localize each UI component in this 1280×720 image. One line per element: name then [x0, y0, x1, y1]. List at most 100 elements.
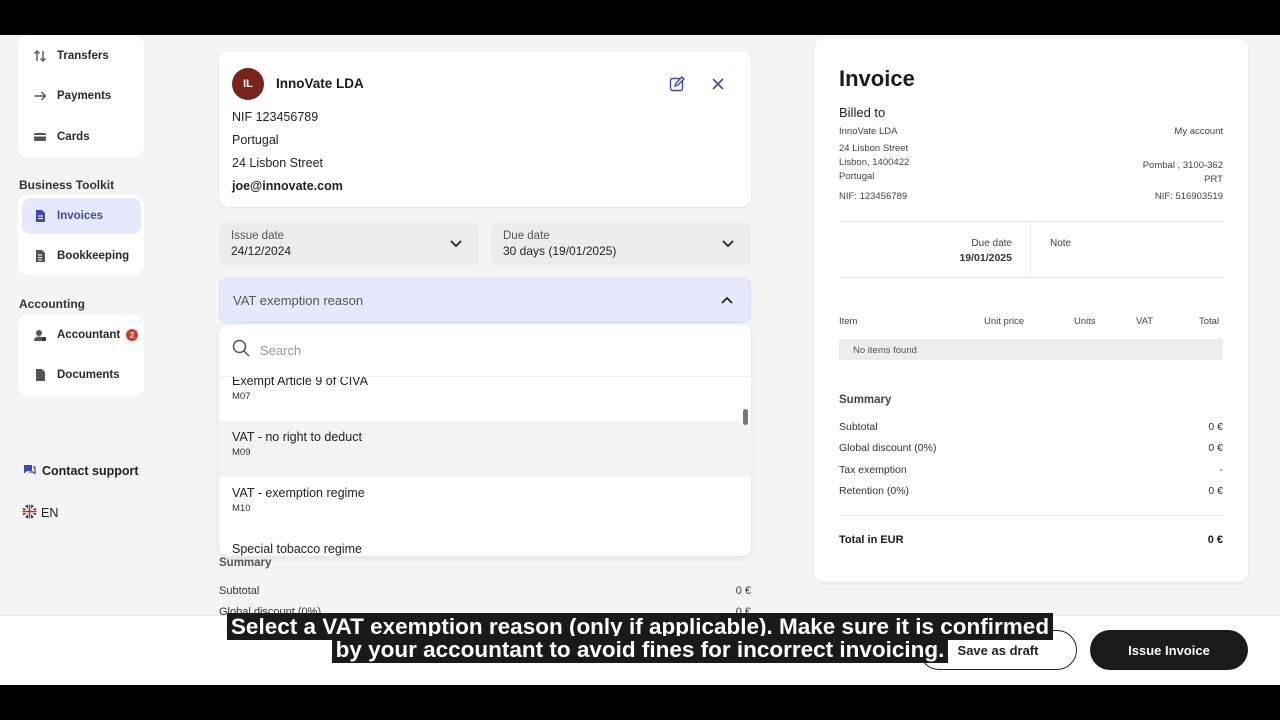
sidebar-item-label: Accountant: [57, 329, 121, 341]
client-card: IL InnoVate LDA NIF 123456789 Portugal 2…: [219, 51, 751, 207]
billed-client-nif: NIF: 123456789: [839, 191, 908, 202]
total-label: Total in EUR: [839, 534, 904, 546]
close-icon: [711, 78, 725, 95]
language-label: EN: [41, 506, 59, 520]
client-country: Portugal: [232, 133, 279, 147]
sidebar-item-payments[interactable]: Payments: [22, 78, 141, 114]
row-value: 0 €: [1208, 485, 1223, 497]
due-date-label: Due date: [503, 230, 550, 242]
row-value: -: [1219, 464, 1224, 476]
billed-client-city: Lisbon, 1400422: [839, 157, 910, 168]
search-icon: [232, 339, 250, 362]
card-icon: [33, 130, 47, 144]
summary-subtotal-row: Subtotal 0 €: [219, 585, 751, 597]
option-m07[interactable]: Exempt Article 9 of CIVA M07: [219, 377, 751, 421]
search-input[interactable]: [260, 343, 660, 358]
column-header-vat: VAT: [1136, 316, 1154, 327]
invoice-summary-row: Subtotal 0 €: [839, 421, 1223, 433]
column-header-units: Units: [1074, 316, 1096, 327]
summary-heading: Summary: [219, 557, 272, 569]
option-label: VAT - exemption regime: [232, 486, 365, 500]
row-value: 0 €: [1208, 421, 1223, 433]
option-label: VAT - no right to deduct: [232, 430, 362, 444]
chat-icon: [23, 463, 36, 479]
divider: [839, 277, 1223, 278]
sidebar-item-label: Invoices: [57, 210, 104, 222]
due-date-label: Due date: [971, 238, 1012, 249]
client-email: joe@innovate.com: [232, 179, 343, 193]
invoice-total-row: Total in EUR 0 €: [839, 534, 1223, 546]
contact-support-label: Contact support: [42, 464, 139, 478]
vat-exemption-dropdown: Exempt Article 9 of CIVA M07 VAT - no ri…: [219, 325, 751, 556]
chevron-down-icon: [721, 236, 735, 250]
issue-date-select[interactable]: Issue date 24/12/2024: [219, 222, 479, 266]
invoice-summary-row: Retention (0%) 0 €: [839, 485, 1223, 497]
uk-flag-icon: [22, 504, 37, 522]
accounting-heading: Accounting: [19, 297, 85, 311]
bookkeeping-icon: [33, 249, 47, 263]
my-account-city: Pombal , 3100-362: [1142, 160, 1223, 171]
edit-icon: [669, 76, 685, 96]
option-label: Special tobacco regime: [232, 542, 362, 556]
row-label: Tax exemption: [839, 464, 907, 476]
sidebar-item-label: Payments: [57, 90, 112, 102]
column-header-item: Item: [839, 316, 858, 327]
row-label: Global discount (0%): [839, 442, 937, 454]
billed-client-name: InnoVate LDA: [839, 126, 898, 137]
chevron-up-icon: [720, 294, 734, 311]
chevron-down-icon: [449, 236, 463, 250]
option-code: M07: [232, 391, 251, 402]
option-label: Exempt Article 9 of CIVA: [232, 377, 368, 388]
arrow-right-icon: [33, 89, 47, 103]
tutorial-caption: Select a VAT exemption reason (only if a…: [0, 613, 1280, 663]
row-label: Subtotal: [839, 421, 878, 433]
remove-client-button[interactable]: [711, 77, 725, 96]
my-account-label: My account: [1174, 126, 1223, 137]
my-account-country: PRT: [1204, 174, 1223, 185]
vat-exemption-placeholder: VAT exemption reason: [233, 293, 364, 308]
invoice-preview: Invoice Billed to InnoVate LDA 24 Lisbon…: [814, 39, 1248, 582]
option-m09[interactable]: VAT - no right to deduct M09: [219, 421, 751, 477]
due-date-value: 30 days (19/01/2025): [503, 244, 617, 258]
dropdown-scrollbar[interactable]: [743, 409, 748, 425]
divider: [839, 221, 1223, 222]
app-window: Transfers Payments Cards Business Toolki…: [0, 35, 1280, 685]
row-label: Retention (0%): [839, 485, 910, 497]
billed-client-country: Portugal: [839, 171, 875, 182]
document-icon: [33, 368, 47, 382]
accountant-icon: [33, 328, 47, 342]
divider: [1030, 222, 1031, 277]
transfer-arrows-icon: [33, 49, 47, 63]
option-list: Exempt Article 9 of CIVA M07 VAT - no ri…: [219, 377, 751, 556]
my-account-nif: NIF: 516903519: [1154, 191, 1223, 202]
issue-date-label: Issue date: [231, 230, 285, 242]
client-nif: NIF 123456789: [232, 110, 319, 124]
option-tobacco[interactable]: Special tobacco regime: [219, 533, 751, 556]
notification-badge: 2: [126, 329, 139, 341]
invoice-summary-heading: Summary: [839, 394, 892, 406]
due-date-select[interactable]: Due date 30 days (19/01/2025): [491, 222, 751, 266]
sidebar-item-label: Documents: [57, 369, 120, 381]
total-value: 0 €: [1207, 534, 1223, 546]
option-code: M10: [232, 503, 251, 514]
sidebar-item-bookkeeping[interactable]: Bookkeeping: [22, 238, 141, 274]
avatar: IL: [232, 68, 264, 100]
billed-to-heading: Billed to: [839, 105, 886, 120]
business-toolkit-heading: Business Toolkit: [19, 178, 115, 192]
sidebar-item-transfers[interactable]: Transfers: [22, 38, 141, 74]
sidebar-item-invoices[interactable]: Invoices: [22, 198, 141, 234]
sidebar-item-label: Cards: [57, 131, 90, 143]
option-m10[interactable]: VAT - exemption regime M10: [219, 477, 751, 533]
invoice-title: Invoice: [839, 66, 915, 91]
issue-date-value: 24/12/2024: [231, 244, 292, 258]
invoice-summary-row: Global discount (0%) 0 €: [839, 442, 1223, 454]
sidebar-item-cards[interactable]: Cards: [22, 119, 141, 155]
caption-line-2: by your accountant to avoid fines for in…: [331, 636, 949, 663]
contact-support-link[interactable]: Contact support: [23, 463, 139, 479]
vat-exemption-select[interactable]: VAT exemption reason: [219, 278, 751, 323]
edit-client-button[interactable]: [669, 76, 685, 97]
sidebar-item-accountant[interactable]: Accountant 2: [22, 317, 141, 353]
language-selector[interactable]: EN: [22, 504, 58, 522]
invoice-summary-row: Tax exemption -: [839, 464, 1223, 476]
sidebar-item-documents[interactable]: Documents: [22, 357, 141, 393]
